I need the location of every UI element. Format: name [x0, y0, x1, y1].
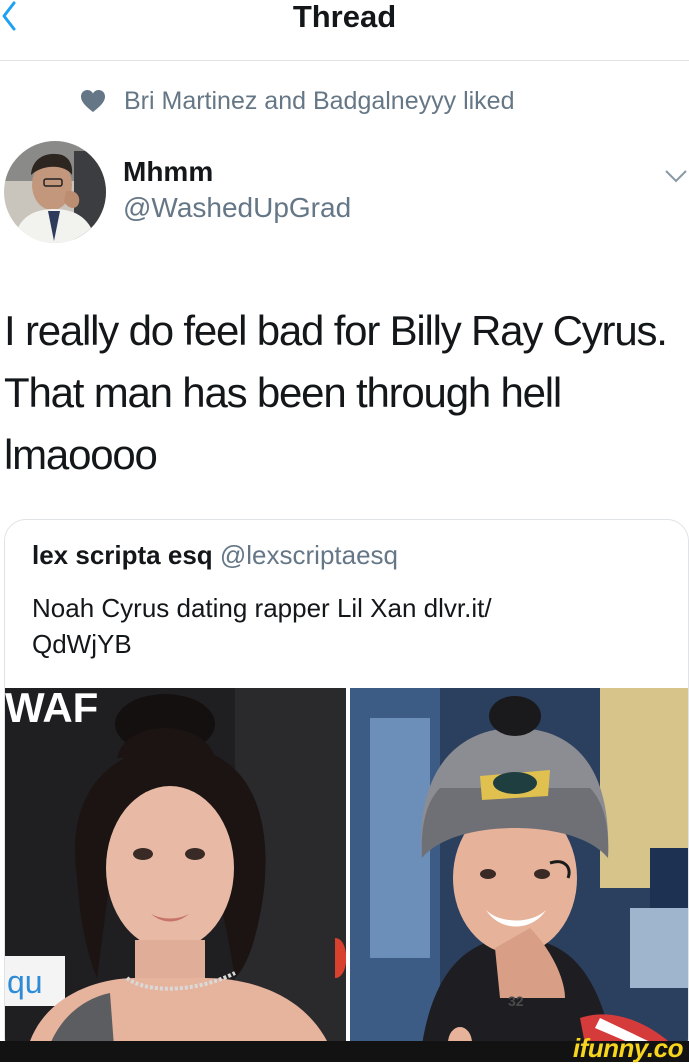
quoted-tweet-text: Noah Cyrus dating rapper Lil Xan dlvr.it…: [32, 590, 632, 662]
tweet-text: I really do feel bad for Billy Ray Cyrus…: [4, 300, 674, 486]
quoted-media[interactable]: WAF qu 32: [5, 688, 688, 1060]
quoted-author-handle: @lexscriptaesq: [219, 540, 399, 570]
top-nav-bar: Thread: [0, 0, 689, 61]
tweet-line: I really do feel bad for Billy Ray Cyrus…: [4, 307, 668, 354]
quoted-text-line: QdWjYB: [32, 629, 132, 659]
chevron-down-icon[interactable]: [664, 166, 688, 186]
photo-tattoo-text: 32: [508, 993, 524, 1009]
tweet-line: That man has been through hell: [4, 369, 562, 416]
ifunny-watermark: ifunny.co: [572, 1033, 684, 1063]
quoted-author-name: lex scripta esq: [32, 540, 213, 570]
quoted-text-line: Noah Cyrus dating rapper Lil Xan dlvr.it…: [32, 593, 492, 623]
author-display-name[interactable]: Mhmm: [123, 156, 213, 188]
page-title: Thread: [292, 0, 397, 34]
tweet-line: lmaoooo: [4, 431, 158, 478]
heart-icon: [81, 90, 105, 112]
quoted-tweet-card[interactable]: lex scripta esq @lexscriptaesq Noah Cyru…: [4, 519, 689, 1061]
photo-sign-text: WAF: [5, 688, 98, 731]
social-context-text: Bri Martinez and Badgalneyyy liked: [124, 86, 515, 115]
author-handle[interactable]: @WashedUpGrad: [123, 192, 351, 224]
photo-sign-text-2: qu: [7, 964, 43, 1000]
photo-noah-cyrus[interactable]: WAF qu: [5, 688, 346, 1060]
avatar[interactable]: [4, 141, 106, 243]
social-context[interactable]: Bri Martinez and Badgalneyyy liked: [80, 86, 514, 116]
photo-lil-xan[interactable]: 32: [350, 688, 688, 1060]
quoted-tweet-header: lex scripta esq @lexscriptaesq: [32, 540, 398, 571]
